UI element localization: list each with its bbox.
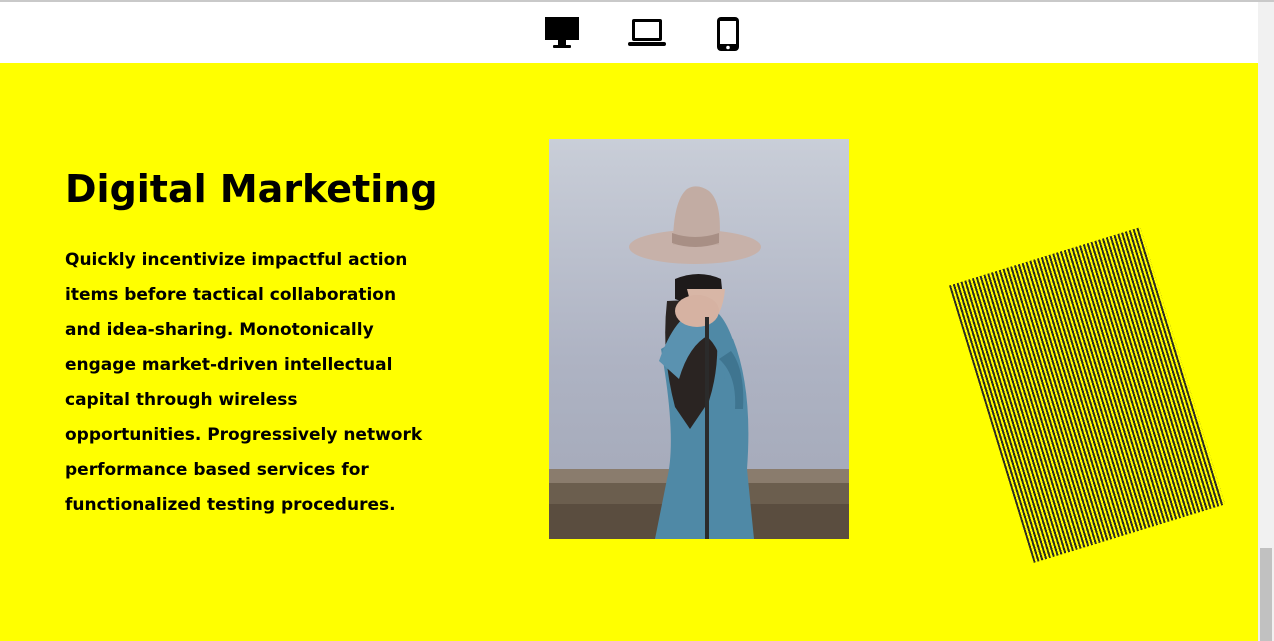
- hero-title: Digital Marketing: [65, 167, 438, 211]
- desktop-view-button[interactable]: [544, 16, 580, 50]
- laptop-view-button[interactable]: [627, 16, 667, 50]
- striped-decorative-card: [948, 227, 1226, 563]
- mobile-view-button[interactable]: [716, 16, 740, 52]
- hero-section: Digital Marketing Quickly incentivize im…: [0, 63, 1258, 641]
- scrollbar-thumb[interactable]: [1260, 548, 1272, 641]
- hero-photo: [549, 139, 849, 539]
- hero-description: Quickly incentivize impactful action ite…: [65, 250, 423, 515]
- laptop-icon: [628, 19, 666, 46]
- desktop-icon: [545, 17, 579, 48]
- page-scrollbar[interactable]: [1258, 2, 1274, 641]
- mobile-icon: [717, 17, 739, 51]
- device-preview-toolbar: [0, 2, 1258, 63]
